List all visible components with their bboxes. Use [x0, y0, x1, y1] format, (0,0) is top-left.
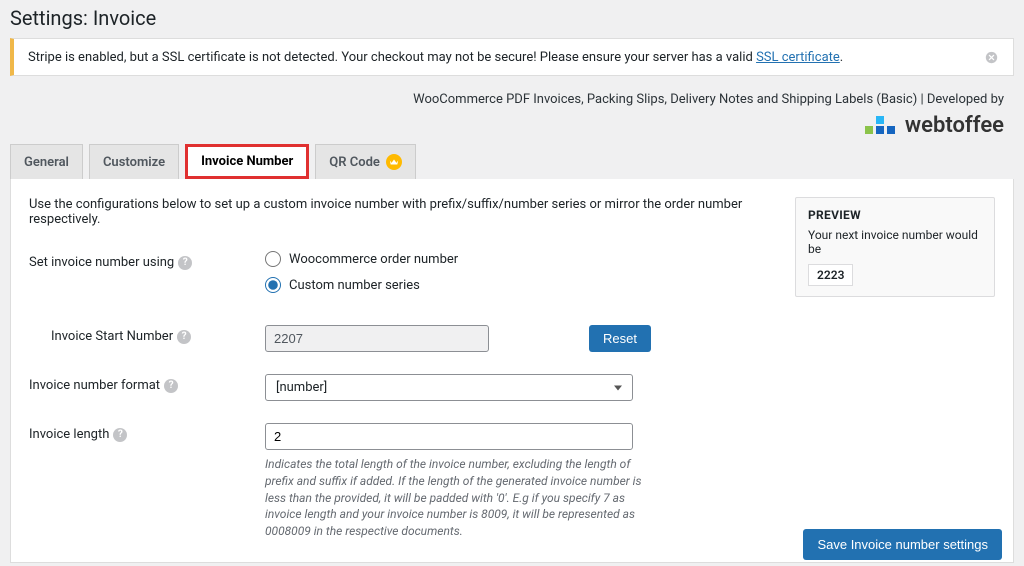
control-start-number: Reset — [265, 325, 775, 352]
settings-form: Use the configurations below to set up a… — [29, 197, 775, 544]
notice-text-suffix: . — [840, 50, 843, 65]
label-set-using: Set invoice number using ? — [29, 251, 265, 270]
reset-button[interactable]: Reset — [589, 325, 651, 352]
radio-custom[interactable]: Custom number series — [265, 277, 775, 293]
intro-text: Use the configurations below to set up a… — [29, 197, 775, 227]
preview-box: PREVIEW Your next invoice number would b… — [795, 197, 995, 297]
tab-qr-code[interactable]: QR Code — [315, 144, 416, 179]
row-format: Invoice number format ? [number] — [29, 374, 775, 401]
radio-woo[interactable]: Woocommerce order number — [265, 251, 775, 267]
label-format: Invoice number format ? — [29, 374, 265, 393]
help-icon[interactable]: ? — [178, 256, 192, 270]
tabs: General Customize Invoice Number QR Code — [0, 144, 1024, 179]
row-length: Invoice length ? Indicates the total len… — [29, 423, 775, 540]
crown-icon — [386, 154, 402, 170]
length-help-text: Indicates the total length of the invoic… — [265, 456, 645, 540]
save-button[interactable]: Save Invoice number settings — [803, 529, 1002, 560]
tab-customize[interactable]: Customize — [89, 144, 179, 179]
row-start-number: Invoice Start Number ? Reset — [51, 325, 775, 352]
start-number-input[interactable] — [265, 325, 489, 352]
preview-text: Your next invoice number would be — [808, 228, 982, 256]
help-icon[interactable]: ? — [177, 330, 191, 344]
ssl-notice: Stripe is enabled, but a SSL certificate… — [10, 38, 1014, 76]
ssl-link[interactable]: SSL certificate — [756, 50, 840, 65]
control-format: [number] — [265, 374, 775, 401]
label-start-number: Invoice Start Number ? — [51, 325, 265, 344]
help-icon[interactable]: ? — [164, 379, 178, 393]
control-set-using: Woocommerce order number Custom number s… — [265, 251, 775, 303]
page-title: Settings: Invoice — [0, 0, 1024, 38]
radio-custom-input[interactable] — [265, 277, 281, 293]
preview-value: 2223 — [808, 264, 853, 286]
format-select[interactable]: [number] — [265, 374, 633, 401]
brand-text: webtoffee — [905, 113, 1004, 138]
settings-panel: Use the configurations below to set up a… — [10, 179, 1014, 563]
tab-qr-code-label: QR Code — [329, 155, 380, 170]
preview-panel: PREVIEW Your next invoice number would b… — [795, 197, 995, 544]
length-input[interactable] — [265, 423, 633, 450]
label-length: Invoice length ? — [29, 423, 265, 442]
close-icon[interactable] — [983, 49, 999, 65]
brand-logo: webtoffee — [855, 109, 1024, 144]
brand-icon — [865, 116, 901, 136]
help-icon[interactable]: ? — [113, 428, 127, 442]
notice-text: Stripe is enabled, but a SSL certificate… — [28, 50, 843, 65]
control-length: Indicates the total length of the invoic… — [265, 423, 775, 540]
tab-general[interactable]: General — [10, 144, 83, 179]
radio-woo-input[interactable] — [265, 251, 281, 267]
row-set-using: Set invoice number using ? Woocommerce o… — [29, 251, 775, 303]
notice-text-prefix: Stripe is enabled, but a SSL certificate… — [28, 50, 756, 65]
tab-invoice-number[interactable]: Invoice Number — [185, 144, 309, 179]
preview-title: PREVIEW — [808, 208, 982, 222]
developer-line: WooCommerce PDF Invoices, Packing Slips,… — [0, 90, 1024, 109]
